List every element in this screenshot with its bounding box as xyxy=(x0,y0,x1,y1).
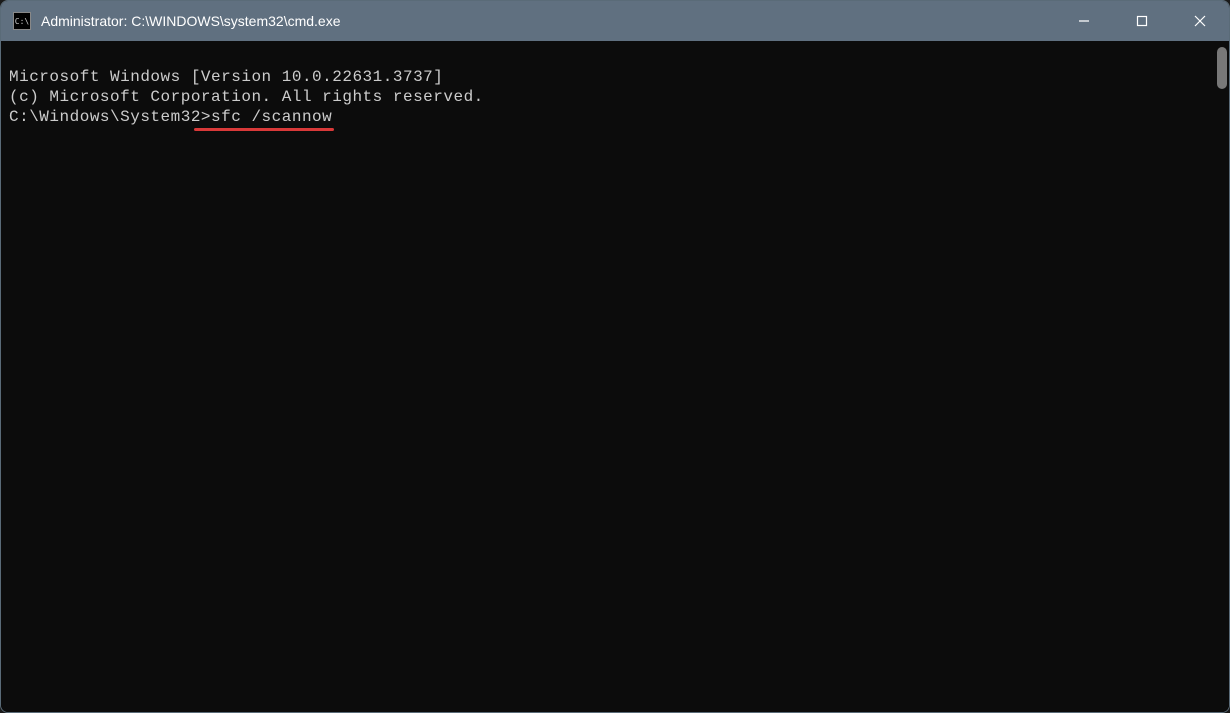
close-icon xyxy=(1194,15,1206,27)
cmd-window: C:\ Administrator: C:\WINDOWS\system32\c… xyxy=(0,0,1230,713)
maximize-icon xyxy=(1136,15,1148,27)
console-prompt: C:\Windows\System32> xyxy=(9,108,211,126)
annotation-underline xyxy=(194,128,334,131)
close-button[interactable] xyxy=(1171,1,1229,41)
window-controls xyxy=(1055,1,1229,41)
titlebar[interactable]: C:\ Administrator: C:\WINDOWS\system32\c… xyxy=(1,1,1229,41)
cmd-app-icon: C:\ xyxy=(13,12,31,30)
minimize-button[interactable] xyxy=(1055,1,1113,41)
console-area[interactable]: Microsoft Windows [Version 10.0.22631.37… xyxy=(1,41,1229,712)
console-output-line: Microsoft Windows [Version 10.0.22631.37… xyxy=(9,67,1205,87)
window-title: Administrator: C:\WINDOWS\system32\cmd.e… xyxy=(41,13,1055,29)
console-content[interactable]: Microsoft Windows [Version 10.0.22631.37… xyxy=(1,41,1213,712)
console-output-line: (c) Microsoft Corporation. All rights re… xyxy=(9,87,1205,107)
minimize-icon xyxy=(1078,15,1090,27)
console-command-input[interactable]: sfc /scannow xyxy=(211,108,332,126)
scrollbar-track[interactable] xyxy=(1213,41,1229,712)
scrollbar-thumb[interactable] xyxy=(1217,47,1227,89)
console-prompt-line: C:\Windows\System32>sfc /scannow xyxy=(9,107,332,127)
maximize-button[interactable] xyxy=(1113,1,1171,41)
